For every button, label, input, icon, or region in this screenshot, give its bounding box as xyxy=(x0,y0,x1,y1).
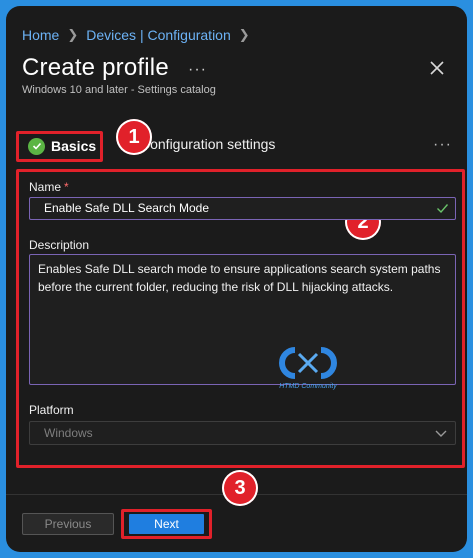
step-badge-3: 3 xyxy=(222,470,258,506)
name-label: Name * xyxy=(29,180,69,194)
more-options-icon[interactable]: ··· xyxy=(188,61,207,79)
name-input[interactable]: Enable Safe DLL Search Mode xyxy=(29,197,456,220)
page-title: Create profile xyxy=(22,54,169,81)
htmd-logo: HTMD Community xyxy=(272,344,344,396)
create-profile-panel: Home ❯ Devices | Configuration ❯ Create … xyxy=(6,6,467,552)
description-label: Description xyxy=(29,238,90,252)
breadcrumb-devices-configuration[interactable]: Devices | Configuration xyxy=(86,27,230,43)
next-button[interactable]: Next xyxy=(129,514,204,534)
platform-label: Platform xyxy=(29,403,74,417)
required-indicator: * xyxy=(64,180,69,194)
highlight-basics-tab xyxy=(16,131,103,162)
platform-select[interactable]: Windows xyxy=(29,421,456,445)
page-subtitle: Windows 10 and later - Settings catalog xyxy=(22,84,216,96)
checkmark-icon xyxy=(437,204,449,214)
chevron-right-icon: ❯ xyxy=(67,27,79,42)
step-badge-1: 1 xyxy=(116,119,152,155)
htmd-logo-icon xyxy=(279,347,337,379)
highlight-next-button: Next xyxy=(121,509,212,539)
previous-button[interactable]: Previous xyxy=(22,513,114,535)
more-options-icon[interactable]: ··· xyxy=(433,136,452,154)
chevron-right-icon: ❯ xyxy=(238,27,250,42)
description-textarea[interactable]: Enables Safe DLL search mode to ensure a… xyxy=(29,254,456,385)
close-icon[interactable] xyxy=(429,60,445,76)
watermark-text: HTMD Community xyxy=(279,383,337,390)
tab-configuration-label: Configuration settings xyxy=(140,136,276,152)
breadcrumb: Home ❯ Devices | Configuration ❯ xyxy=(22,27,250,43)
breadcrumb-home[interactable]: Home xyxy=(22,27,59,43)
chevron-down-icon xyxy=(435,430,447,437)
